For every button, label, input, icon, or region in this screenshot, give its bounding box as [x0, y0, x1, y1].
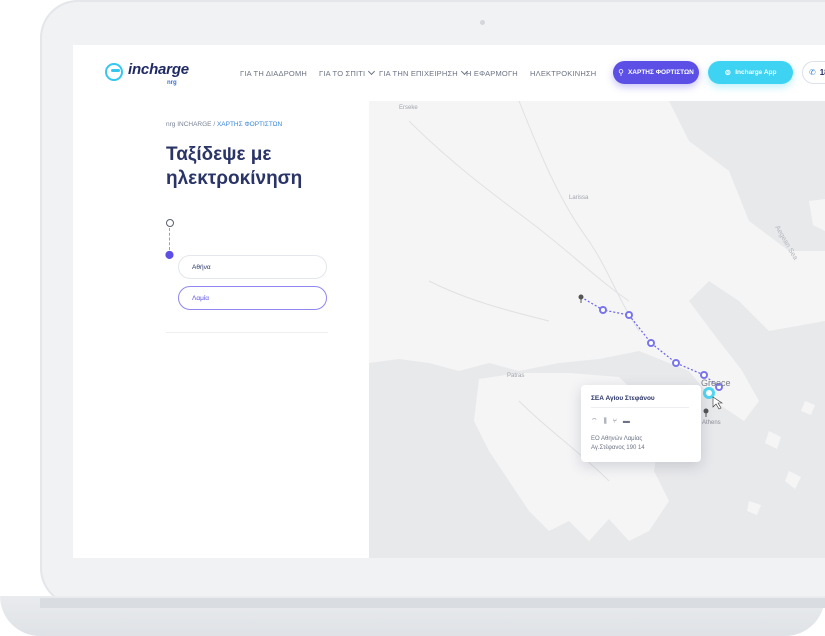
station-address-line1: ΕΟ Αθηνών Λαμίας: [591, 436, 643, 442]
station-popup[interactable]: ΣΕΑ Αγίου Στεφάνου ⌔ ⫼ ⑂ ▬ ΕΟ Αθηνών Λαμ…: [581, 385, 701, 462]
phone-button[interactable]: ✆ 18: [802, 61, 825, 84]
chevron-down-icon: [368, 67, 376, 76]
map-pin-icon: ⚲: [618, 68, 624, 77]
camera-dot: [480, 20, 485, 25]
plug-icon: [111, 69, 120, 72]
charging-station-icon[interactable]: [625, 311, 633, 319]
charger-map-button[interactable]: ⚲ ΧΑΡΤΗΣ ΦΟΡΤΙΣΤΩΝ: [613, 61, 699, 84]
city-label: Erseke: [399, 105, 418, 111]
station-title: ΣΕΑ Αγίου Στεφάνου: [591, 395, 655, 402]
nav-item-home[interactable]: ΓΙΑ ΤΟ ΣΠΙΤΙ: [319, 67, 376, 78]
charging-station-icon[interactable]: [599, 306, 607, 314]
city-label: Athens: [702, 420, 721, 426]
logo-text: incharge: [128, 61, 189, 78]
charging-station-icon[interactable]: [647, 339, 655, 347]
laptop-base-edge: [40, 598, 825, 608]
nav-item-route[interactable]: ΓΙΑ ΤΗ ΔΙΑΔΡΟΜΗ: [240, 69, 307, 78]
site-header: incharge nrg ΓΙΑ ΤΗ ΔΙΑΔΡΟΜΗ ΓΙΑ ΤΟ ΣΠΙΤ…: [73, 45, 825, 101]
breadcrumb-current: ΧΑΡΤΗΣ ΦΟΡΤΙΣΤΩΝ: [216, 121, 283, 128]
incharge-logo[interactable]: incharge nrg: [105, 61, 195, 91]
destination-input[interactable]: Λαμία: [178, 286, 327, 310]
incharge-app-button[interactable]: ⊚ Incharge App: [708, 61, 793, 84]
map-canvas[interactable]: Greece Aegean Sea Athens Larissa Patras …: [369, 101, 825, 558]
browser-screen: incharge nrg ΓΙΑ ΤΗ ΔΙΑΔΡΟΜΗ ΓΙΑ ΤΟ ΣΠΙΤ…: [73, 45, 825, 558]
app-plug-icon: ⊚: [724, 68, 732, 77]
origin-input[interactable]: Αθήνα: [178, 255, 327, 279]
panel-divider: [166, 332, 328, 333]
plug-ring-icon: [105, 63, 123, 81]
charging-station-icon[interactable]: [672, 359, 680, 367]
route-connector: [169, 228, 170, 250]
destination-pin-icon: ⬤: [165, 250, 174, 259]
nav-item-emobility[interactable]: ΗΛΕΚΤΡΟΚΙΝΗΣΗ: [530, 69, 596, 78]
logo-sub: nrg: [167, 80, 177, 86]
breadcrumb-home[interactable]: nrg INCHARGE: [166, 121, 212, 128]
city-label: Larissa: [569, 195, 589, 201]
nav-item-business[interactable]: ΓΙΑ ΤΗΝ ΕΠΙΧΕΙΡΗΣΗ: [379, 67, 468, 78]
breadcrumb: nrg INCHARGE / ΧΑΡΤΗΣ ΦΟΡΤΙΣΤΩΝ: [166, 121, 283, 128]
phone-icon: ✆: [809, 68, 816, 77]
route-panel: nrg INCHARGE / ΧΑΡΤΗΣ ΦΟΡΤΙΣΤΩΝ Ταξίδεψε…: [73, 101, 369, 558]
nav-item-app[interactable]: Η ΕΦΑΡΜΟΓΗ: [466, 69, 518, 78]
origin-circle-icon: [166, 219, 174, 227]
amenity-icons: ⌔ ⫼ ⑂ ▬: [591, 418, 632, 425]
page-title: Ταξίδεψε με ηλεκτροκίνηση: [166, 144, 303, 189]
country-label: Greece: [701, 378, 731, 388]
charger-map[interactable]: Greece Aegean Sea Athens Larissa Patras …: [369, 101, 825, 558]
city-label: Patras: [507, 373, 524, 379]
station-address-line2: Αγ.Στέφανος 190 14: [591, 445, 645, 451]
popup-divider: [591, 407, 689, 408]
